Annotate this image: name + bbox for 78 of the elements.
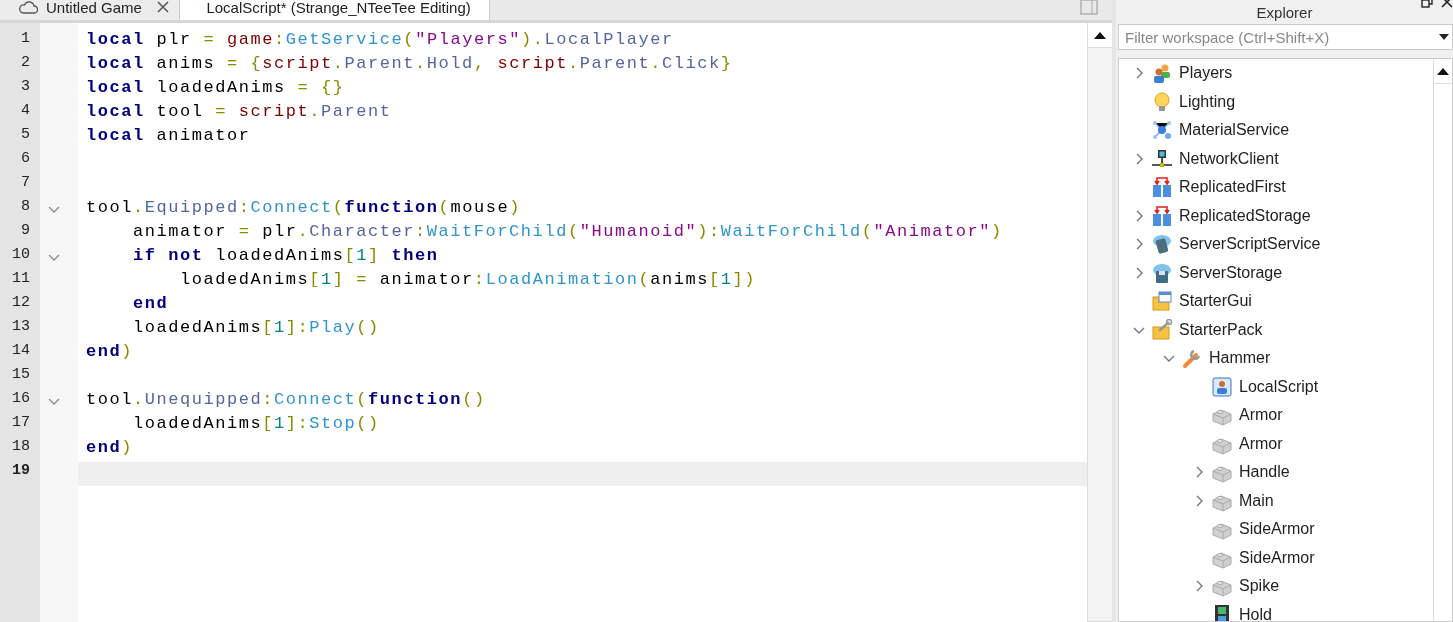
tree-item-label[interactable]: SideArmor [1239,548,1315,567]
folder-window-icon [1151,290,1173,313]
tree-item-label[interactable]: Armor [1239,406,1283,425]
tree-item-label[interactable]: MaterialService [1179,121,1290,140]
script-person-icon [1211,375,1233,398]
code-line: loadedAnims[1]:Stop() [132,414,381,435]
line-number: 4 [20,102,31,121]
network-icon [1151,147,1173,170]
tree-item-label[interactable]: Hold [1239,605,1272,621]
tree-item-label[interactable]: ReplicatedFirst [1179,178,1286,197]
line-number: 7 [20,174,31,193]
tree-item-label[interactable]: StarterGui [1179,292,1252,311]
dropdown-arrow-icon[interactable] [1439,34,1449,40]
folder-wrench-icon [1151,318,1173,341]
line-number: 15 [11,366,31,385]
device-icon [1080,0,1098,15]
code-line: end) [85,438,135,459]
line-number: 17 [11,414,31,433]
tree-item-label[interactable]: StarterPack [1179,320,1263,339]
line-number: 2 [20,54,31,73]
tree-item-label[interactable]: SideArmor [1239,520,1315,539]
code-line: local anims = {script.Parent.Hold, script.Parent.Click} [85,54,734,75]
code-line: tool.Equipped:Connect(function(mouse) [85,198,522,219]
code-line: animator = plr.Character:WaitForChild("Humanoid"):WaitForChild("Animator") [132,222,1004,243]
close-icon[interactable] [157,1,169,13]
line-number: 16 [11,390,31,409]
tree-item-label[interactable]: ReplicatedStorage [1179,206,1311,225]
line-number: 18 [11,438,31,457]
tree-item-label[interactable]: ServerStorage [1179,263,1283,282]
wrench-icon [1181,347,1203,370]
cloud-disk-icon [1151,261,1173,284]
code-line: local animator [85,126,252,147]
storage-arrows-icon [1151,204,1173,227]
code-line: loadedAnims[1]:Play() [132,318,381,339]
tree-item-label[interactable]: ServerScriptService [1179,235,1321,254]
tree-item-label[interactable]: Lighting [1179,92,1236,111]
tree-item-label[interactable]: Hammer [1209,349,1271,368]
line-number: 12 [11,294,31,313]
triangle-up-icon [1437,67,1449,75]
code-line: tool.Unequipped:Connect(function() [85,390,487,411]
line-number: 9 [20,222,31,241]
tree-item-label[interactable]: LocalScript [1239,377,1319,396]
code-line: local plr = game:GetService("Players").LocalPlayer [85,30,675,51]
lightbulb-icon [1151,90,1173,113]
line-number: 6 [20,150,31,169]
fold-chevron-icon[interactable] [48,398,60,406]
code-line: loadedAnims[1] = animator:LoadAnimation(anims[1]) [179,270,757,291]
code-line: end) [85,342,135,363]
line-number: 11 [11,270,31,289]
line-number: 14 [11,342,31,361]
tree-item-label[interactable]: Armor [1239,434,1283,453]
panel-title: Explorer [1256,6,1313,20]
editor-tab[interactable]: LocalScript* (Strange_NTeeTee Editing) [180,0,490,20]
code-line: local tool = script.Parent [85,102,393,123]
line-number: 19 [11,462,31,481]
line-number: 10 [11,246,31,265]
cloud-icon [18,0,38,14]
tree-item-label[interactable]: Spike [1239,577,1280,596]
triangle-up-icon [1094,31,1106,39]
filter-field[interactable]: Filter workspace (Ctrl+Shift+X) [1118,24,1453,50]
line-number: 5 [20,126,31,145]
people-icon [1151,62,1173,85]
line-number: 1 [20,30,31,49]
fold-chevron-icon[interactable] [48,254,60,262]
code-line: end [132,294,170,315]
nodes-icon [1151,119,1173,142]
tree-item-label[interactable]: NetworkClient [1179,149,1279,168]
storage-arrows-icon [1151,176,1173,199]
code-line: local loadedAnims = {} [85,78,346,99]
cloud-scroll-icon [1151,233,1173,256]
tree-item-label[interactable]: Main [1239,491,1274,510]
line-number: 13 [11,318,31,337]
fold-chevron-icon[interactable] [48,206,60,214]
tree-item-label[interactable]: Players [1179,64,1233,83]
code-line: if not loadedAnims[1] then [132,246,440,267]
tree-item-label[interactable]: Handle [1239,463,1290,482]
line-number: 8 [20,198,31,217]
line-number: 3 [20,78,31,97]
